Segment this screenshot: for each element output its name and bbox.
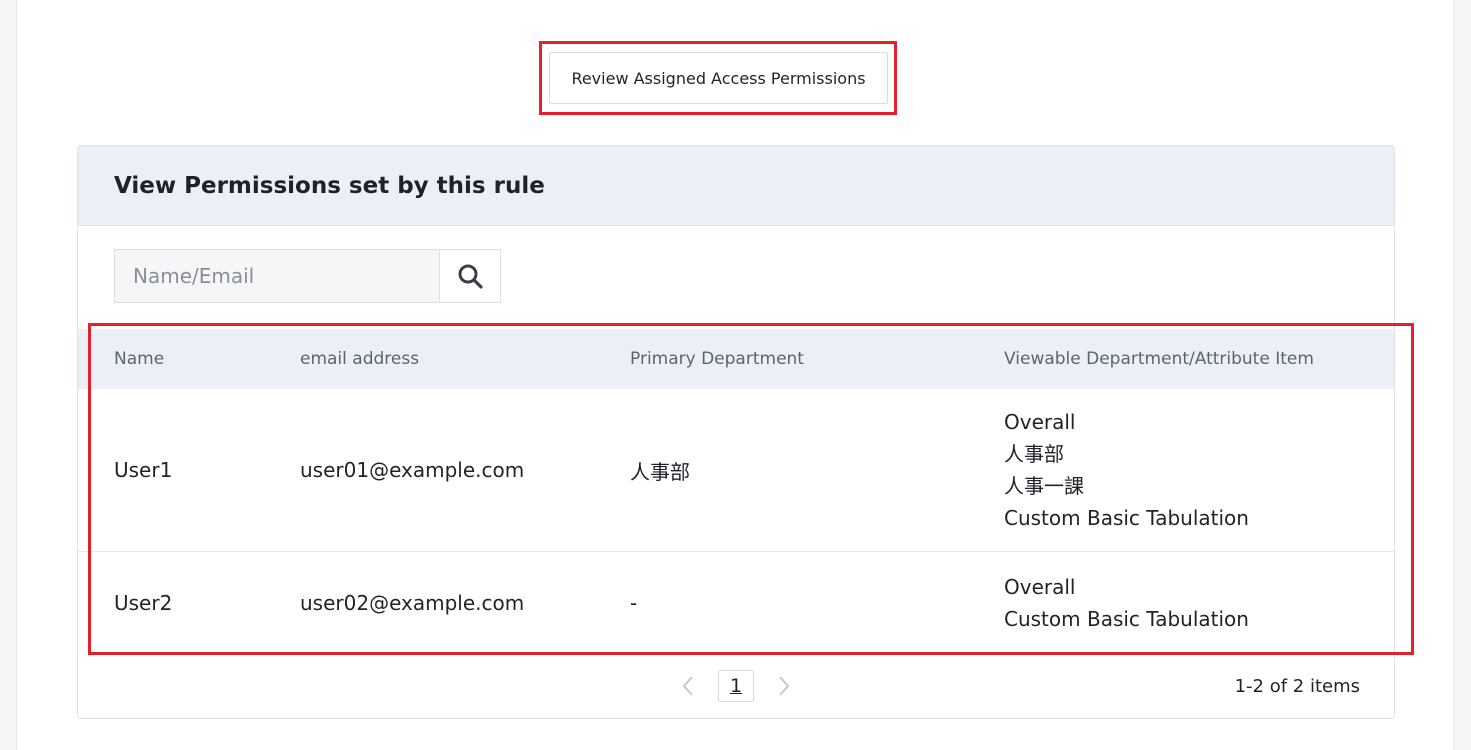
- viewable-item: Custom Basic Tabulation: [1004, 607, 1249, 631]
- cell-email: user02@example.com: [300, 591, 525, 615]
- next-page-button[interactable]: [772, 674, 796, 698]
- review-button-highlight: Review Assigned Access Permissions: [539, 41, 897, 115]
- column-header-primary-department: Primary Department: [630, 349, 804, 369]
- permissions-table: Name email address Primary Department Vi…: [78, 329, 1394, 654]
- viewable-item: Custom Basic Tabulation: [1004, 506, 1249, 530]
- cell-primary-department: 人事部: [630, 459, 690, 484]
- cell-viewable: Overall Custom Basic Tabulation: [1004, 571, 1249, 635]
- panel-title: View Permissions set by this rule: [114, 172, 545, 199]
- table-header: Name email address Primary Department Vi…: [78, 329, 1394, 389]
- review-access-permissions-button[interactable]: Review Assigned Access Permissions: [549, 52, 888, 104]
- panel-header: View Permissions set by this rule: [78, 146, 1394, 226]
- column-header-viewable: Viewable Department/Attribute Item: [1004, 349, 1314, 369]
- cell-viewable: Overall 人事部 人事一課 Custom Basic Tabulation: [1004, 406, 1249, 534]
- search-bar: [114, 249, 501, 303]
- cell-name: User1: [114, 458, 173, 482]
- viewable-item: 人事部: [1004, 442, 1064, 466]
- chevron-right-icon: [779, 676, 790, 696]
- cell-primary-department: -: [630, 591, 638, 615]
- table-row: User1 user01@example.com 人事部 Overall 人事部…: [78, 389, 1394, 552]
- search-icon: [458, 264, 483, 289]
- column-header-email: email address: [300, 349, 420, 369]
- cell-email: user01@example.com: [300, 458, 525, 482]
- pagination: 1 1-2 of 2 items: [78, 666, 1394, 706]
- table-row: User2 user02@example.com - Overall Custo…: [78, 552, 1394, 654]
- page-number-button[interactable]: 1: [718, 670, 754, 702]
- search-input[interactable]: [114, 249, 439, 303]
- viewable-item: Overall: [1004, 410, 1076, 434]
- pagination-info: 1-2 of 2 items: [1234, 676, 1360, 697]
- previous-page-button[interactable]: [676, 674, 700, 698]
- search-button[interactable]: [439, 249, 501, 303]
- permissions-panel: View Permissions set by this rule Name e…: [77, 145, 1395, 719]
- viewable-item: Overall: [1004, 575, 1076, 599]
- page-container: Review Assigned Access Permissions View …: [16, 0, 1454, 750]
- viewable-item: 人事一課: [1004, 474, 1084, 498]
- chevron-left-icon: [682, 676, 693, 696]
- column-header-name: Name: [114, 349, 165, 369]
- cell-name: User2: [114, 591, 173, 615]
